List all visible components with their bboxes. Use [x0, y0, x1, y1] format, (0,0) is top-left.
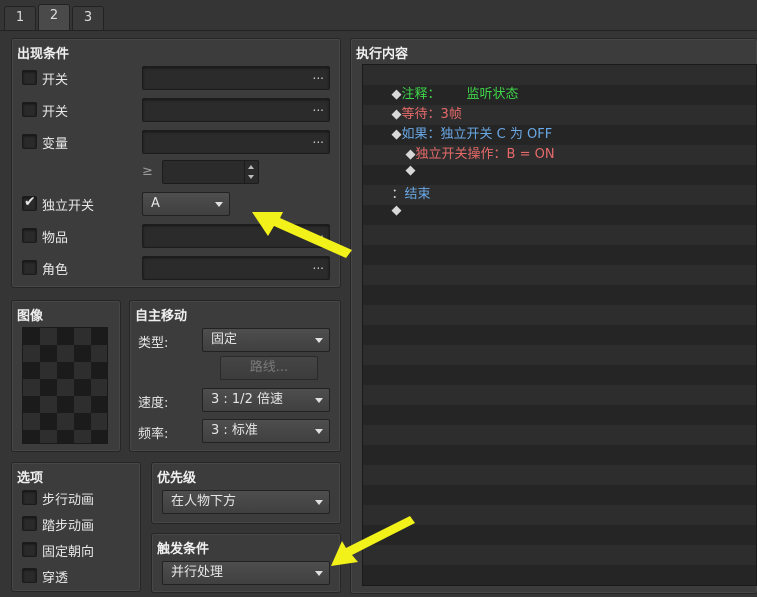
annotation-arrows	[252, 212, 415, 566]
arrow-to-trigger	[331, 516, 415, 566]
arrow-to-self-switch	[252, 212, 352, 258]
